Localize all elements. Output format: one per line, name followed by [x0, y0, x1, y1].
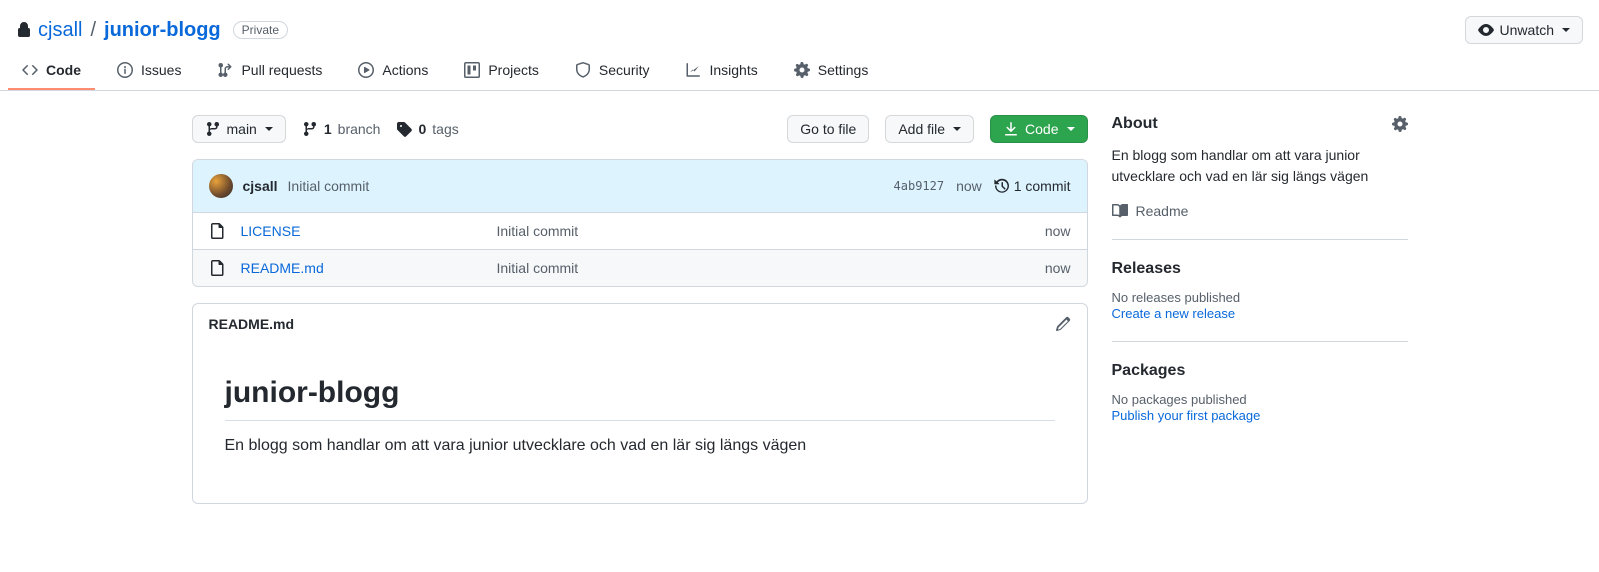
- eye-icon: [1478, 22, 1494, 38]
- branch-select[interactable]: main: [192, 115, 286, 143]
- pencil-icon[interactable]: [1055, 316, 1071, 332]
- graph-icon: [685, 62, 701, 78]
- file-row: README.md Initial commit now: [193, 250, 1087, 286]
- commit-time: now: [956, 178, 982, 194]
- tag-count-label: tags: [432, 121, 458, 137]
- readme-link[interactable]: Readme: [1112, 203, 1408, 219]
- commit-sha[interactable]: 4ab9127: [894, 179, 945, 193]
- tab-settings-label: Settings: [818, 62, 869, 78]
- tab-actions-label: Actions: [382, 62, 428, 78]
- readme-filename[interactable]: README.md: [209, 316, 295, 332]
- caret-icon: [1067, 127, 1075, 131]
- releases-empty: No releases published: [1112, 290, 1408, 305]
- commit-count-label: commit: [1025, 178, 1070, 194]
- code-button-label: Code: [1025, 121, 1058, 137]
- add-file-button[interactable]: Add file: [885, 115, 974, 143]
- create-release-link[interactable]: Create a new release: [1112, 306, 1236, 321]
- gear-icon[interactable]: [1392, 116, 1408, 132]
- file-time: now: [1011, 223, 1071, 239]
- pr-icon: [217, 62, 233, 78]
- caret-icon: [1562, 28, 1570, 32]
- tab-pulls-label: Pull requests: [241, 62, 322, 78]
- caret-icon: [265, 127, 273, 131]
- breadcrumb-sep: /: [90, 19, 96, 42]
- play-icon: [358, 62, 374, 78]
- about-heading: About: [1112, 115, 1158, 133]
- branches-link[interactable]: 1 branch: [302, 121, 381, 137]
- packages-empty: No packages published: [1112, 392, 1408, 407]
- tab-settings[interactable]: Settings: [780, 52, 883, 90]
- about-description: En blogg som handlar om att vara junior …: [1112, 145, 1408, 187]
- lock-icon: [16, 22, 32, 38]
- branch-icon: [205, 121, 221, 137]
- publish-package-link[interactable]: Publish your first package: [1112, 408, 1261, 423]
- goto-file-label: Go to file: [800, 121, 856, 137]
- tab-issues[interactable]: Issues: [103, 52, 195, 90]
- tab-insights-label: Insights: [709, 62, 757, 78]
- tab-code-label: Code: [46, 62, 81, 78]
- file-time: now: [1011, 260, 1071, 276]
- packages-heading: Packages: [1112, 362, 1186, 380]
- readme-link-label: Readme: [1136, 203, 1189, 219]
- branch-name: main: [227, 121, 257, 137]
- tab-actions[interactable]: Actions: [344, 52, 442, 90]
- file-icon: [209, 260, 225, 276]
- tab-security-label: Security: [599, 62, 650, 78]
- avatar[interactable]: [209, 174, 233, 198]
- unwatch-button[interactable]: Unwatch: [1465, 16, 1583, 44]
- branch-count: 1: [324, 121, 332, 137]
- tag-count: 0: [418, 121, 426, 137]
- commits-link[interactable]: 1 commit: [994, 178, 1071, 194]
- add-file-label: Add file: [898, 121, 945, 137]
- history-icon: [994, 178, 1010, 194]
- caret-icon: [953, 127, 961, 131]
- file-commit-message[interactable]: Initial commit: [497, 260, 995, 276]
- file-listing: cjsall Initial commit 4ab9127 now 1 comm…: [192, 159, 1088, 287]
- tab-code[interactable]: Code: [8, 52, 95, 90]
- commit-message[interactable]: Initial commit: [288, 178, 370, 194]
- owner-link[interactable]: cjsall: [38, 19, 82, 42]
- file-name[interactable]: README.md: [241, 260, 481, 276]
- latest-commit-bar: cjsall Initial commit 4ab9127 now 1 comm…: [193, 160, 1087, 213]
- visibility-badge: Private: [233, 21, 288, 39]
- tab-issues-label: Issues: [141, 62, 181, 78]
- repo-tabs: Code Issues Pull requests Actions Projec…: [0, 52, 1599, 91]
- project-icon: [464, 62, 480, 78]
- readme-text: En blogg som handlar om att vara junior …: [225, 437, 1055, 455]
- file-name[interactable]: LICENSE: [241, 223, 481, 239]
- shield-icon: [575, 62, 591, 78]
- breadcrumb: cjsall / junior-blogg Private: [16, 19, 288, 42]
- tag-icon: [396, 121, 412, 137]
- book-icon: [1112, 203, 1128, 219]
- releases-heading: Releases: [1112, 260, 1181, 278]
- goto-file-button[interactable]: Go to file: [787, 115, 869, 143]
- download-icon: [1003, 121, 1019, 137]
- commit-count: 1: [1014, 178, 1022, 194]
- file-row: LICENSE Initial commit now: [193, 213, 1087, 250]
- tab-insights[interactable]: Insights: [671, 52, 771, 90]
- tab-security[interactable]: Security: [561, 52, 664, 90]
- issue-icon: [117, 62, 133, 78]
- tab-projects-label: Projects: [488, 62, 539, 78]
- gear-icon: [794, 62, 810, 78]
- branch-count-label: branch: [338, 121, 381, 137]
- tags-link[interactable]: 0 tags: [396, 121, 458, 137]
- tab-pulls[interactable]: Pull requests: [203, 52, 336, 90]
- file-icon: [209, 223, 225, 239]
- code-button[interactable]: Code: [990, 115, 1087, 143]
- commit-author[interactable]: cjsall: [243, 178, 278, 194]
- repo-link[interactable]: junior-blogg: [104, 19, 221, 42]
- unwatch-label: Unwatch: [1500, 22, 1554, 38]
- tab-projects[interactable]: Projects: [450, 52, 553, 90]
- code-icon: [22, 62, 38, 78]
- readme-box: README.md junior-blogg En blogg som hand…: [192, 303, 1088, 504]
- readme-title: junior-blogg: [225, 376, 1055, 421]
- file-commit-message[interactable]: Initial commit: [497, 223, 995, 239]
- branch-icon: [302, 121, 318, 137]
